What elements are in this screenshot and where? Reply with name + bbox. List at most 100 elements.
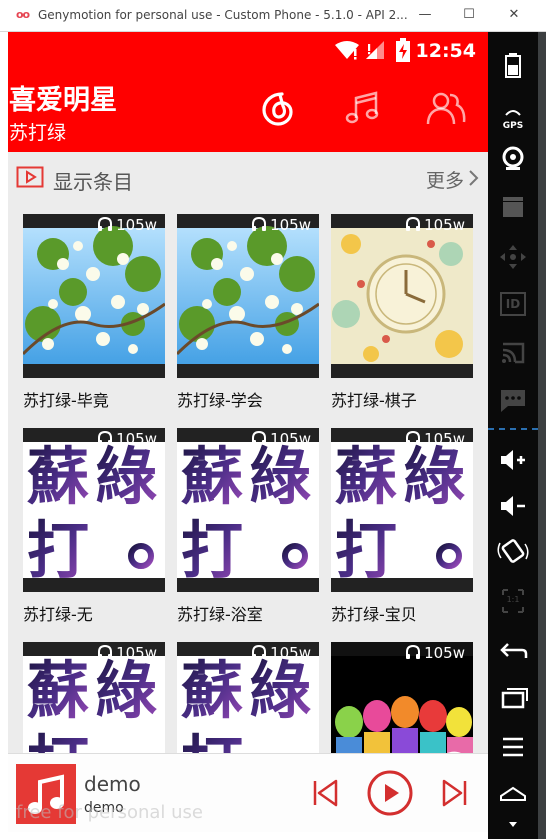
camera-icon[interactable] (488, 146, 538, 170)
svg-text:打: 打 (181, 514, 243, 587)
background-window-edge (538, 32, 546, 839)
video-capture-icon[interactable] (488, 196, 538, 218)
play-count: 105w (97, 644, 157, 662)
emulator-sidebar: GPS ID 1:1 (488, 32, 538, 839)
headphones-icon (97, 430, 116, 448)
watermark: free for personal use (16, 802, 203, 823)
menu-icon[interactable] (488, 736, 538, 758)
svg-text:打: 打 (27, 514, 89, 587)
svg-text:蘇: 蘇 (27, 654, 89, 727)
more-link[interactable]: 更多 (426, 166, 464, 193)
album-card[interactable]: 105w 苏打绿-毕竟 (23, 214, 165, 414)
svg-text:綠: 綠 (95, 440, 157, 513)
scale-label: 1:1 (506, 595, 520, 604)
play-button[interactable] (366, 769, 414, 817)
svg-text:蘇: 蘇 (181, 654, 243, 727)
friends-icon[interactable] (426, 88, 466, 128)
section-title: 显示条目 (53, 170, 133, 194)
window-title: Genymotion for personal use - Custom Pho… (38, 8, 408, 22)
play-count-value: 105w (424, 216, 465, 234)
album-card[interactable]: 105w 苏打绿-棋子 (331, 214, 473, 414)
play-count: 105w (251, 644, 311, 662)
svg-text:綠: 綠 (249, 440, 311, 513)
album-cover[interactable] (331, 214, 473, 378)
play-count-value: 105w (270, 216, 311, 234)
emulator-window: oo Genymotion for personal use - Custom … (0, 0, 546, 839)
close-button[interactable]: ✕ (500, 4, 528, 26)
album-title: 苏打绿-浴室 (177, 605, 263, 624)
headphones-icon (405, 216, 424, 234)
volume-up-icon[interactable] (488, 448, 538, 472)
device-id-button[interactable]: ID (488, 292, 538, 316)
back-icon[interactable] (488, 640, 538, 662)
chevron-right-icon[interactable] (468, 169, 480, 187)
play-count-value: 105w (270, 430, 311, 448)
phone-screen: 12:54 喜爱明星 苏打绿 显示条目 更多 105w 苏打绿-毕竟 105w … (8, 32, 488, 832)
status-time: 12:54 (415, 40, 476, 62)
headphones-icon (97, 216, 116, 234)
battery-charging-icon (396, 38, 410, 62)
previous-track-icon[interactable] (310, 778, 340, 808)
play-count-value: 105w (270, 644, 311, 662)
play-count-value: 105w (116, 430, 157, 448)
next-track-icon[interactable] (440, 778, 470, 808)
album-cover[interactable] (177, 214, 319, 378)
netease-music-icon[interactable] (258, 88, 298, 128)
sms-icon[interactable] (488, 388, 538, 412)
cast-icon[interactable] (488, 340, 538, 364)
volume-down-icon[interactable] (488, 494, 538, 518)
device-id-label: ID (500, 292, 526, 316)
album-title: 苏打绿-棋子 (331, 391, 417, 410)
play-count: 105w (405, 216, 465, 234)
wifi-icon (335, 41, 359, 60)
app-header: 喜爱明星 苏打绿 (8, 68, 488, 152)
android-statusbar: 12:54 (8, 32, 488, 68)
page-subtitle: 苏打绿 (9, 122, 67, 144)
sidebar-divider (488, 428, 538, 430)
genymotion-logo-icon: oo (16, 8, 30, 21)
album-cover[interactable]: 蘇綠打 (177, 428, 319, 592)
gps-button[interactable]: GPS (488, 102, 538, 131)
album-title: 苏打绿-毕竟 (23, 391, 109, 410)
pixel-perfect-button[interactable]: 1:1 (488, 588, 538, 614)
album-cover[interactable]: 蘇綠打 (331, 428, 473, 592)
gps-label: GPS (502, 121, 524, 131)
rotate-icon[interactable] (488, 538, 538, 564)
svg-text:綠: 綠 (249, 654, 311, 727)
minimize-button[interactable]: — (411, 4, 439, 26)
play-count: 105w (405, 430, 465, 448)
headphones-icon (251, 430, 270, 448)
album-card[interactable]: 蘇綠打 105w 苏打绿-宝贝 (331, 428, 473, 628)
window-titlebar: oo Genymotion for personal use - Custom … (0, 0, 546, 32)
play-count-value: 105w (116, 216, 157, 234)
headphones-icon (251, 216, 270, 234)
chevron-down-icon[interactable] (488, 820, 538, 830)
play-count-value: 105w (116, 644, 157, 662)
recent-apps-icon[interactable] (488, 686, 538, 710)
album-card[interactable]: 105w 苏打绿-学会 (177, 214, 319, 414)
svg-text:蘇: 蘇 (181, 440, 243, 513)
album-card[interactable]: 蘇綠打 105w 苏打绿-浴室 (177, 428, 319, 628)
album-cover[interactable] (23, 214, 165, 378)
album-card[interactable]: 蘇綠打 105w 苏打绿-无 (23, 428, 165, 628)
maximize-button[interactable]: ☐ (455, 4, 483, 26)
play-count: 105w (405, 644, 465, 662)
gps-icon (505, 110, 521, 116)
album-title: 苏打绿-学会 (177, 391, 263, 410)
play-count-value: 105w (424, 644, 465, 662)
home-icon[interactable] (488, 782, 538, 804)
battery-icon[interactable] (488, 52, 538, 78)
svg-text:綠: 綠 (403, 440, 465, 513)
cell-signal-icon (366, 41, 384, 59)
headphones-icon (97, 644, 116, 662)
album-cover[interactable]: 蘇綠打 (23, 428, 165, 592)
dpad-icon[interactable] (488, 244, 538, 270)
now-playing-title: demo (84, 772, 141, 796)
headphones-icon (405, 430, 424, 448)
play-count: 105w (251, 430, 311, 448)
svg-text:蘇: 蘇 (27, 440, 89, 513)
album-title: 苏打绿-宝贝 (331, 605, 417, 624)
play-count-value: 105w (424, 430, 465, 448)
music-note-icon[interactable] (342, 88, 382, 128)
svg-text:蘇: 蘇 (335, 440, 397, 513)
